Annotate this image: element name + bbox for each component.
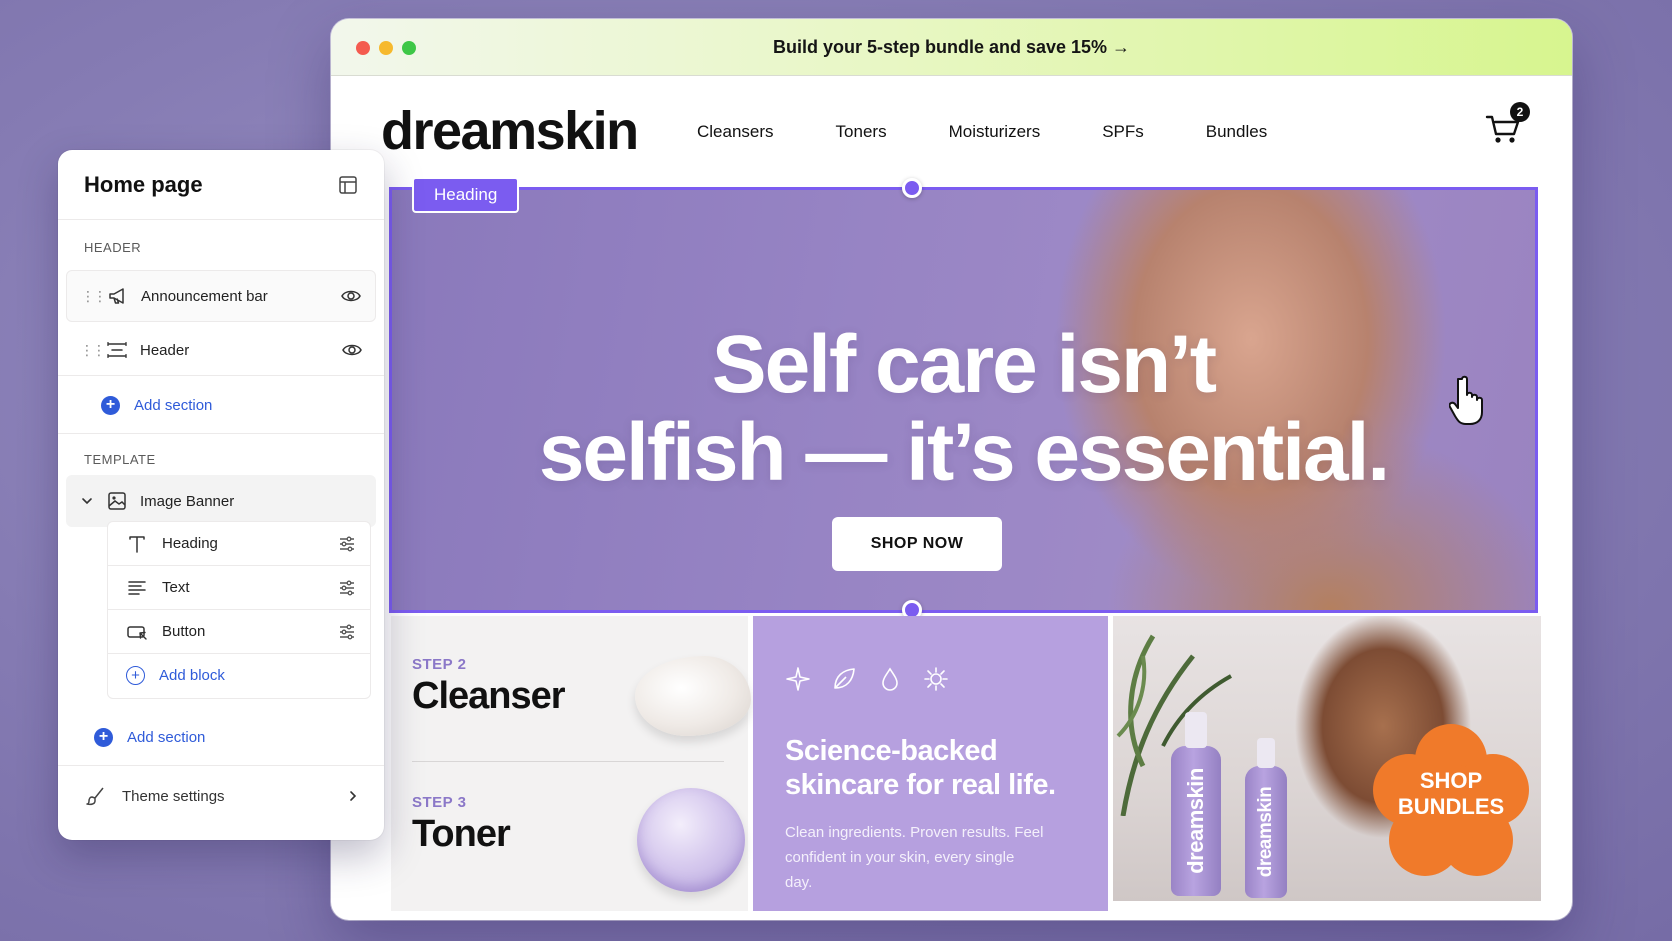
page-title[interactable]: Home page — [84, 172, 203, 198]
shop-bundles-label[interactable]: SHOP BUNDLES — [1371, 768, 1531, 820]
brush-icon — [86, 787, 104, 806]
main-nav: Cleansers Toners Moisturizers SPFs Bundl… — [697, 122, 1329, 142]
shop-now-button[interactable]: SHOP NOW — [832, 517, 1002, 571]
hero-heading[interactable]: Self care isn’t selfish — it’s essential… — [391, 321, 1536, 497]
block-text[interactable]: Text — [108, 566, 370, 610]
product-bottle: dreamskin — [1171, 712, 1221, 896]
add-block-label: Add block — [159, 666, 225, 684]
steps-card[interactable]: STEP 2 Cleanser STEP 3 Toner — [391, 616, 751, 911]
plus-icon: + — [94, 727, 113, 747]
block-heading[interactable]: Heading — [108, 522, 370, 566]
hero-heading-line-2: selfish — it’s essential. — [538, 407, 1390, 498]
nav-spfs[interactable]: SPFs — [1102, 122, 1144, 142]
site-logo[interactable]: dreamskin — [381, 100, 639, 162]
text-lines-icon — [128, 580, 146, 595]
chevron-right-icon — [350, 791, 357, 801]
science-card[interactable]: Science-backed skincare for real life. C… — [753, 616, 1108, 911]
step-label: STEP 2 — [412, 656, 467, 673]
drag-handle-icon[interactable]: ⋮⋮ — [80, 342, 106, 359]
block-list: Heading Text Button + Add block — [107, 521, 371, 699]
droplet-icon — [882, 667, 898, 691]
megaphone-icon — [109, 288, 124, 304]
add-section-label: Add section — [134, 396, 213, 414]
sliders-icon[interactable] — [338, 623, 356, 641]
step-title: Cleanser — [412, 675, 566, 717]
text-type-icon — [129, 535, 145, 553]
drag-handle-icon[interactable]: ⋮⋮ — [81, 288, 107, 305]
divider — [412, 761, 724, 762]
section-image-banner[interactable]: Image Banner — [66, 475, 376, 527]
panel-header: Home page — [58, 150, 384, 220]
announcement-bar[interactable]: Build your 5-step bundle and save 15% → — [331, 19, 1572, 76]
block-label: Button — [162, 623, 206, 640]
block-button[interactable]: Button — [108, 610, 370, 654]
resize-handle-top[interactable] — [902, 178, 922, 198]
step-title: Toner — [412, 813, 511, 855]
leaf-icon — [834, 668, 855, 689]
divider — [58, 375, 384, 376]
sun-icon — [924, 667, 948, 691]
image-icon — [108, 492, 126, 510]
section-label: Announcement bar — [141, 287, 268, 305]
header-layout-icon — [107, 342, 127, 358]
template-group-label: TEMPLATE — [84, 452, 156, 467]
cleanser-swatch-image — [635, 656, 751, 736]
section-label: Header — [140, 341, 190, 359]
button-icon — [127, 625, 147, 640]
bottle-label: dreamskin — [1183, 768, 1208, 874]
minimize-window-button[interactable] — [379, 41, 393, 55]
eye-icon[interactable] — [342, 340, 362, 360]
editor-sidebar: Home page HEADER ⋮⋮ Announcement bar ⋮⋮ … — [58, 150, 384, 840]
badge-line-1: SHOP — [1419, 768, 1483, 793]
benefit-icons — [785, 666, 949, 692]
add-block-button[interactable]: + Add block — [126, 660, 225, 690]
science-title: Science-backed skincare for real life. — [785, 735, 1056, 801]
nav-bundles[interactable]: Bundles — [1206, 122, 1267, 142]
plus-circle-icon: + — [126, 665, 145, 685]
add-section-template-button[interactable]: + Add section — [94, 722, 205, 752]
step-cleanser[interactable]: STEP 2 Cleanser — [412, 656, 566, 718]
chevron-down-icon[interactable] — [80, 494, 94, 508]
sliders-icon[interactable] — [338, 579, 356, 597]
add-section-label: Add section — [127, 728, 206, 746]
step-toner[interactable]: STEP 3 Toner — [412, 794, 511, 856]
sliders-icon[interactable] — [338, 535, 356, 553]
toner-drop-image — [637, 788, 745, 892]
nav-moisturizers[interactable]: Moisturizers — [949, 122, 1041, 142]
section-header[interactable]: ⋮⋮ Header — [66, 324, 376, 376]
plus-icon: + — [101, 395, 120, 415]
section-label: Image Banner — [140, 492, 235, 510]
add-section-header-button[interactable]: + Add section — [101, 390, 212, 420]
image-banner[interactable]: Heading Self care isn’t selfish — it’s e… — [389, 177, 1538, 620]
bottle-label: dreamskin — [1255, 786, 1276, 878]
nav-toners[interactable]: Toners — [836, 122, 887, 142]
product-bottle: dreamskin — [1245, 738, 1287, 898]
maximize-window-button[interactable] — [402, 41, 416, 55]
bundles-card[interactable]: dreamskin dreamskin SHOP BUNDLES — [1113, 616, 1541, 901]
theme-settings-label: Theme settings — [122, 787, 225, 805]
science-text: Clean ingredients. Proven results. Feel … — [785, 824, 1044, 891]
step-label: STEP 3 — [412, 794, 467, 811]
block-label: Heading — [162, 535, 218, 552]
divider — [58, 433, 384, 434]
header-group-label: HEADER — [84, 240, 142, 255]
layout-icon[interactable] — [338, 175, 358, 195]
hero-heading-line-1: Self care isn’t — [711, 319, 1217, 410]
nav-cleansers[interactable]: Cleansers — [697, 122, 774, 142]
cart-button[interactable]: 2 — [1484, 102, 1530, 148]
sparkle-icon — [786, 667, 810, 691]
eye-icon[interactable] — [341, 286, 361, 306]
window-controls — [356, 41, 416, 55]
close-window-button[interactable] — [356, 41, 370, 55]
badge-line-2: BUNDLES — [1397, 794, 1505, 819]
selection-label[interactable]: Heading — [412, 177, 520, 213]
browser-window: Build your 5-step bundle and save 15% → … — [331, 19, 1572, 920]
theme-settings-button[interactable]: Theme settings — [58, 766, 384, 826]
pointer-hand-icon — [1449, 375, 1483, 425]
announcement-text[interactable]: Build your 5-step bundle and save 15% → — [773, 37, 1130, 58]
section-announcement-bar[interactable]: ⋮⋮ Announcement bar — [66, 270, 376, 322]
block-label: Text — [162, 579, 190, 596]
cart-count-badge: 2 — [1510, 102, 1530, 122]
